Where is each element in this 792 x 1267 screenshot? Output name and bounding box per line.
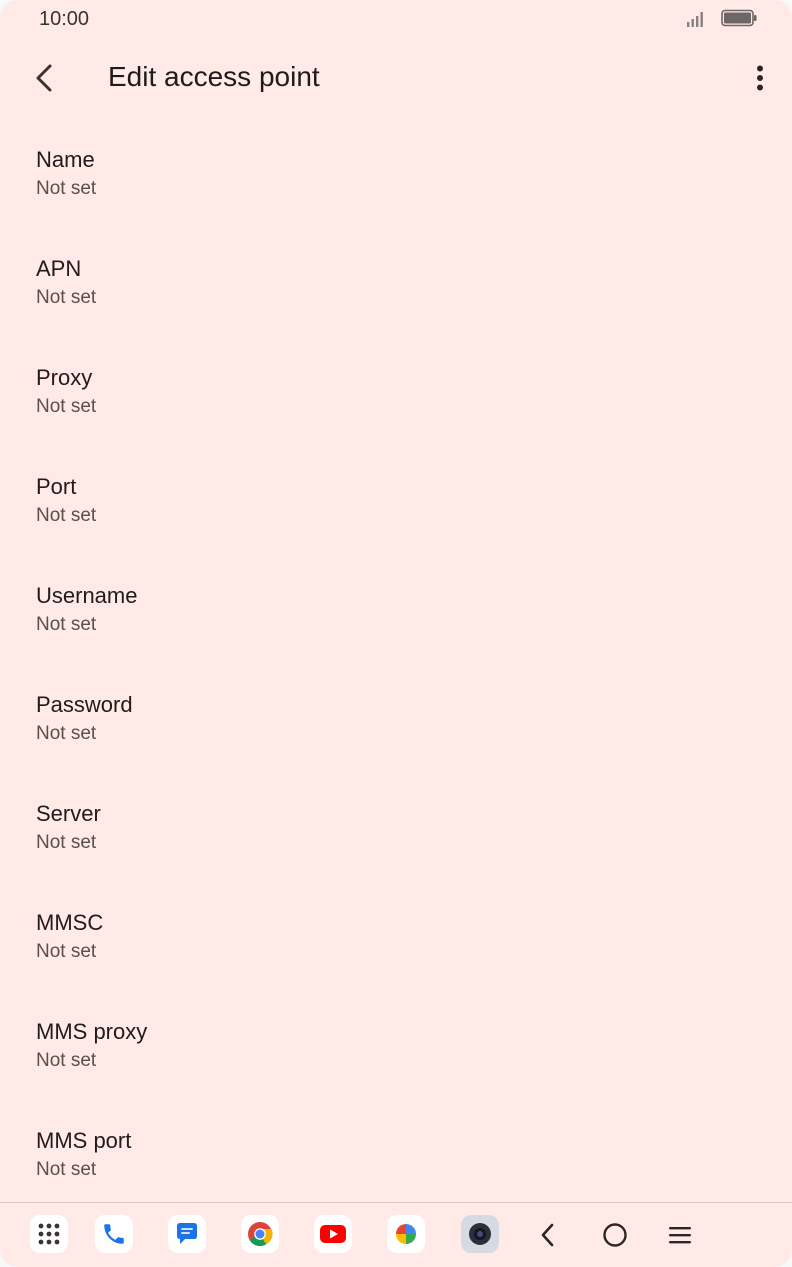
status-bar: 10:00 bbox=[0, 0, 792, 38]
settings-list: Name Not set APN Not set Proxy Not set P… bbox=[0, 118, 792, 1208]
setting-password[interactable]: Password Not set bbox=[0, 663, 792, 772]
photos-icon bbox=[396, 1224, 416, 1244]
setting-value: Not set bbox=[36, 832, 97, 853]
setting-proxy[interactable]: Proxy Not set bbox=[0, 336, 792, 445]
setting-title: APN bbox=[36, 256, 82, 281]
setting-value: Not set bbox=[36, 1159, 97, 1180]
camera-app[interactable] bbox=[461, 1215, 499, 1253]
recents-icon bbox=[669, 1227, 691, 1244]
signal-icon bbox=[687, 12, 703, 27]
app-drawer-button[interactable] bbox=[30, 1215, 68, 1253]
more-vert-icon bbox=[757, 65, 763, 91]
setting-value: Not set bbox=[36, 287, 97, 308]
back-arrow-icon bbox=[36, 64, 52, 92]
setting-title: Name bbox=[36, 147, 95, 172]
battery-icon bbox=[721, 9, 757, 27]
setting-mms-proxy[interactable]: MMS proxy Not set bbox=[0, 990, 792, 1099]
nav-back-button[interactable] bbox=[530, 1217, 566, 1253]
back-button[interactable] bbox=[22, 56, 66, 100]
setting-mms-port[interactable]: MMS port Not set bbox=[0, 1099, 792, 1208]
setting-value: Not set bbox=[36, 396, 97, 417]
nav-home-button[interactable] bbox=[597, 1217, 633, 1253]
setting-value: Not set bbox=[36, 505, 97, 526]
messages-icon bbox=[177, 1223, 197, 1244]
setting-title: Proxy bbox=[36, 365, 93, 390]
setting-apn[interactable]: APN Not set bbox=[0, 227, 792, 336]
setting-title: Username bbox=[36, 583, 138, 608]
youtube-icon bbox=[320, 1225, 346, 1243]
youtube-app[interactable] bbox=[314, 1215, 352, 1253]
setting-username[interactable]: Username Not set bbox=[0, 554, 792, 663]
more-options-button[interactable] bbox=[738, 56, 782, 100]
setting-title: Port bbox=[36, 474, 77, 499]
photos-app[interactable] bbox=[387, 1215, 425, 1253]
app-drawer-icon bbox=[38, 1223, 60, 1245]
phone-icon bbox=[104, 1224, 124, 1244]
setting-title: MMS port bbox=[36, 1128, 132, 1153]
page-title: Edit access point bbox=[108, 61, 320, 92]
setting-title: Password bbox=[36, 692, 133, 717]
setting-value: Not set bbox=[36, 1050, 97, 1071]
home-icon bbox=[603, 1223, 627, 1247]
setting-mmsc[interactable]: MMSC Not set bbox=[0, 881, 792, 990]
setting-title: MMSC bbox=[36, 910, 104, 935]
setting-title: Server bbox=[36, 801, 101, 826]
setting-value: Not set bbox=[36, 614, 97, 635]
messages-app[interactable] bbox=[168, 1215, 206, 1253]
setting-name[interactable]: Name Not set bbox=[0, 118, 792, 227]
setting-server[interactable]: Server Not set bbox=[0, 772, 792, 881]
back-icon bbox=[541, 1223, 554, 1247]
status-time: 10:00 bbox=[39, 8, 90, 30]
app-bar: Edit access point bbox=[0, 48, 792, 112]
taskbar bbox=[0, 1203, 792, 1267]
chrome-icon bbox=[248, 1222, 273, 1247]
phone-app[interactable] bbox=[95, 1215, 133, 1253]
setting-value: Not set bbox=[36, 941, 97, 962]
setting-value: Not set bbox=[36, 723, 97, 744]
setting-title: MMS proxy bbox=[36, 1019, 148, 1044]
nav-recents-button[interactable] bbox=[662, 1217, 698, 1253]
chrome-app[interactable] bbox=[241, 1215, 279, 1253]
screen: 10:00 Edit access point Name Not set APN… bbox=[0, 0, 792, 1267]
setting-value: Not set bbox=[36, 178, 97, 199]
setting-port[interactable]: Port Not set bbox=[0, 445, 792, 554]
camera-icon bbox=[469, 1223, 491, 1245]
